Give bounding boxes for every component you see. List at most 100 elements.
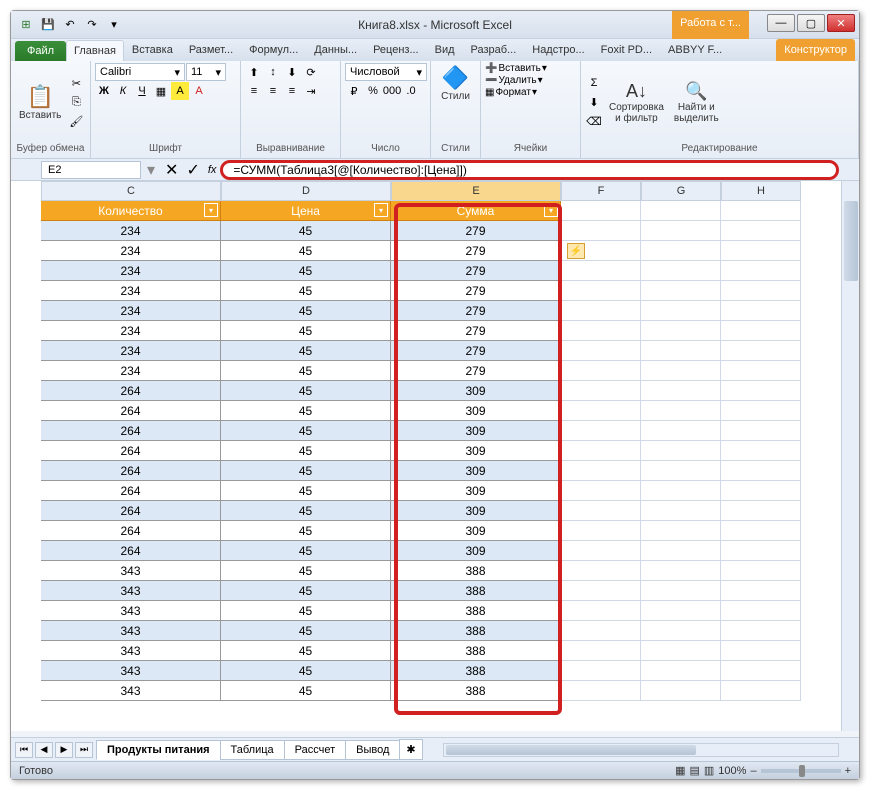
- namebox-dropdown-icon[interactable]: ▾: [141, 160, 161, 180]
- table-cell[interactable]: 45: [221, 501, 391, 521]
- tab-addins[interactable]: Надстро...: [524, 39, 592, 61]
- table-cell[interactable]: 264: [41, 521, 221, 541]
- table-cell[interactable]: 264: [41, 381, 221, 401]
- copy-icon[interactable]: ⎘: [67, 93, 85, 111]
- table-cell[interactable]: 264: [41, 501, 221, 521]
- tab-formulas[interactable]: Формул...: [241, 39, 306, 61]
- table-cell[interactable]: 309: [391, 461, 561, 481]
- empty-cell[interactable]: [641, 461, 721, 481]
- table-cell[interactable]: 279: [391, 301, 561, 321]
- table-cell[interactable]: 45: [221, 581, 391, 601]
- empty-cell[interactable]: [721, 661, 801, 681]
- empty-cell[interactable]: [721, 601, 801, 621]
- smart-tag-icon[interactable]: ⚡: [567, 243, 585, 259]
- table-cell[interactable]: 234: [41, 281, 221, 301]
- empty-cell[interactable]: [561, 441, 641, 461]
- sheet-tab-active[interactable]: Продукты питания: [96, 740, 221, 760]
- table-cell[interactable]: 45: [221, 221, 391, 241]
- align-top-icon[interactable]: ⬆: [245, 63, 263, 81]
- vscroll-thumb[interactable]: [844, 201, 858, 281]
- empty-cell[interactable]: [641, 301, 721, 321]
- hscroll-thumb[interactable]: [446, 745, 696, 755]
- sheet-tab[interactable]: Рассчет: [284, 740, 347, 760]
- fill-color-button[interactable]: A: [171, 82, 189, 100]
- table-cell[interactable]: 264: [41, 541, 221, 561]
- table-cell[interactable]: 234: [41, 301, 221, 321]
- table-cell[interactable]: 45: [221, 301, 391, 321]
- align-right-icon[interactable]: ≡: [283, 82, 301, 100]
- sheet-nav-last-icon[interactable]: ⏭: [75, 742, 93, 758]
- table-cell[interactable]: 388: [391, 621, 561, 641]
- zoom-out-icon[interactable]: –: [750, 765, 756, 777]
- redo-icon[interactable]: ↷: [83, 16, 101, 34]
- tab-home[interactable]: Главная: [66, 40, 124, 61]
- table-cell[interactable]: 388: [391, 581, 561, 601]
- table-cell[interactable]: 45: [221, 381, 391, 401]
- empty-cell[interactable]: [561, 521, 641, 541]
- tab-review[interactable]: Реценз...: [365, 39, 427, 61]
- table-cell[interactable]: 309: [391, 441, 561, 461]
- empty-cell[interactable]: [721, 341, 801, 361]
- table-cell[interactable]: 343: [41, 581, 221, 601]
- empty-cell[interactable]: [641, 441, 721, 461]
- zoom-slider[interactable]: [761, 769, 841, 773]
- empty-cell[interactable]: [561, 221, 641, 241]
- empty-cell[interactable]: [561, 401, 641, 421]
- fx-icon[interactable]: fx: [208, 164, 217, 176]
- filter-dropdown-icon[interactable]: ▾: [544, 203, 558, 217]
- increase-decimal-icon[interactable]: .0: [402, 82, 420, 100]
- sort-filter-button[interactable]: A↓ Сортировка и фильтр: [605, 79, 668, 126]
- table-cell[interactable]: 45: [221, 661, 391, 681]
- table-cell[interactable]: 234: [41, 321, 221, 341]
- empty-cell[interactable]: [721, 221, 801, 241]
- empty-cell[interactable]: [561, 581, 641, 601]
- empty-cell[interactable]: [561, 201, 641, 221]
- empty-cell[interactable]: [721, 561, 801, 581]
- horizontal-scrollbar[interactable]: [443, 743, 839, 757]
- empty-cell[interactable]: [641, 481, 721, 501]
- table-tools-tab[interactable]: Работа с т...: [672, 11, 749, 39]
- clear-icon[interactable]: ⌫: [585, 112, 603, 130]
- sheet-nav-next-icon[interactable]: ▶: [55, 742, 73, 758]
- font-name-combo[interactable]: Calibri▾: [95, 63, 185, 81]
- table-cell[interactable]: 388: [391, 681, 561, 701]
- table-cell[interactable]: 343: [41, 601, 221, 621]
- border-button[interactable]: ▦: [152, 82, 170, 100]
- table-cell[interactable]: 309: [391, 481, 561, 501]
- table-cell[interactable]: 343: [41, 561, 221, 581]
- insert-cells-button[interactable]: ➕ Вставить ▾: [485, 63, 576, 74]
- empty-cell[interactable]: [721, 521, 801, 541]
- table-cell[interactable]: 45: [221, 641, 391, 661]
- empty-cell[interactable]: [721, 681, 801, 701]
- table-cell[interactable]: 45: [221, 421, 391, 441]
- enter-formula-icon[interactable]: ✓: [182, 160, 203, 180]
- table-cell[interactable]: 309: [391, 541, 561, 561]
- col-header-G[interactable]: G: [641, 181, 721, 201]
- filter-dropdown-icon[interactable]: ▾: [374, 203, 388, 217]
- styles-button[interactable]: 🔷 Стили: [435, 63, 476, 104]
- zoom-level[interactable]: 100%: [718, 765, 746, 777]
- empty-cell[interactable]: [721, 241, 801, 261]
- cut-icon[interactable]: ✂: [67, 74, 85, 92]
- empty-cell[interactable]: [721, 361, 801, 381]
- empty-cell[interactable]: [721, 461, 801, 481]
- table-cell[interactable]: 279: [391, 261, 561, 281]
- sheet-nav-first-icon[interactable]: ⏮: [15, 742, 33, 758]
- delete-cells-button[interactable]: ➖ Удалить ▾: [485, 75, 576, 86]
- table-cell[interactable]: 388: [391, 661, 561, 681]
- indent-icon[interactable]: ⇥: [302, 82, 320, 100]
- align-bottom-icon[interactable]: ⬇: [283, 63, 301, 81]
- bold-button[interactable]: Ж: [95, 82, 113, 100]
- undo-icon[interactable]: ↶: [61, 16, 79, 34]
- table-cell[interactable]: 234: [41, 221, 221, 241]
- table-cell[interactable]: 388: [391, 601, 561, 621]
- tab-abbyy[interactable]: ABBYY F...: [660, 39, 730, 61]
- align-middle-icon[interactable]: ↕: [264, 63, 282, 81]
- view-break-icon[interactable]: ▥: [704, 764, 714, 777]
- table-cell[interactable]: 45: [221, 281, 391, 301]
- empty-cell[interactable]: [641, 361, 721, 381]
- tab-insert[interactable]: Вставка: [124, 39, 181, 61]
- table-cell[interactable]: 45: [221, 681, 391, 701]
- format-cells-button[interactable]: ▦ Формат ▾: [485, 87, 576, 98]
- empty-cell[interactable]: [561, 261, 641, 281]
